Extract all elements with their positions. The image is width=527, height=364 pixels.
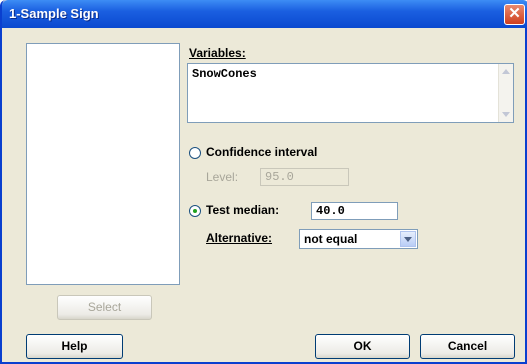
variables-value: SnowCones — [192, 67, 257, 81]
variables-scrollbar[interactable] — [498, 64, 513, 122]
select-button: Select — [57, 295, 152, 320]
alternative-select[interactable]: not equal — [299, 229, 418, 249]
alternative-label: Alternative: — [206, 231, 273, 245]
test-median-radio[interactable] — [189, 205, 201, 217]
cancel-button[interactable]: Cancel — [420, 334, 515, 359]
test-median-input[interactable]: 40.0 — [311, 202, 398, 220]
confidence-interval-label: Confidence interval — [206, 145, 318, 159]
help-button[interactable]: Help — [26, 334, 123, 359]
scroll-down-icon[interactable] — [502, 112, 510, 117]
alternative-value: not equal — [304, 232, 358, 246]
level-input: 95.0 — [260, 168, 349, 186]
test-median-label: Test median: — [206, 203, 280, 217]
confidence-interval-radio[interactable] — [189, 147, 201, 159]
dialog-window: 1-Sample Sign ✕ Variables: SnowCones Con… — [0, 0, 527, 364]
window-title: 1-Sample Sign — [9, 6, 99, 21]
scroll-up-icon[interactable] — [502, 69, 510, 74]
title-bar: 1-Sample Sign ✕ — [2, 0, 527, 28]
variables-textarea[interactable]: SnowCones — [187, 63, 514, 123]
variables-listbox[interactable] — [26, 43, 180, 285]
chevron-down-icon[interactable] — [400, 231, 416, 247]
close-button[interactable]: ✕ — [504, 4, 525, 25]
variables-label: Variables: — [189, 46, 246, 60]
level-label: Level: — [206, 170, 239, 184]
ok-button[interactable]: OK — [315, 334, 410, 359]
